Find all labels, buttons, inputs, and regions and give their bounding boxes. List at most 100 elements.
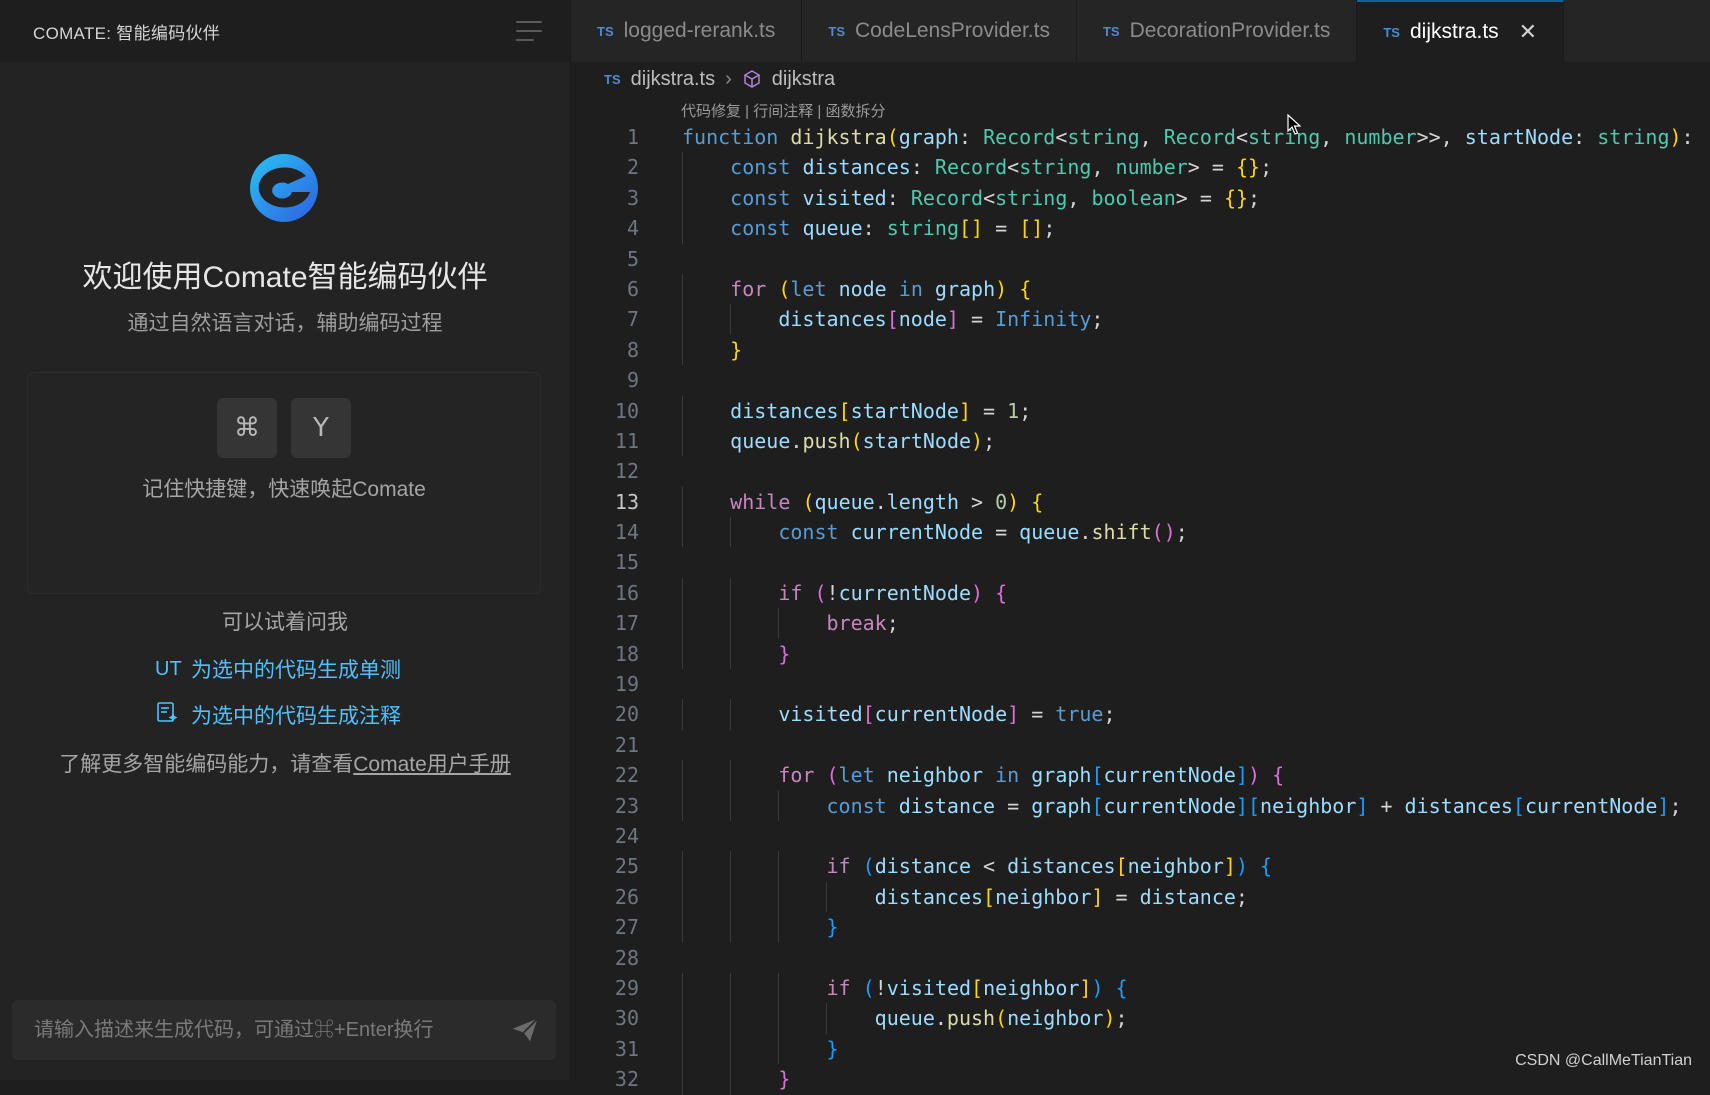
shortcut-keys: ⌘ Y xyxy=(28,398,540,458)
code-line[interactable]: 17 break; xyxy=(571,608,1710,639)
typescript-icon: TS xyxy=(597,23,614,39)
code-line[interactable]: 12 xyxy=(571,456,1710,486)
line-number: 7 xyxy=(626,307,639,332)
code-line[interactable]: 8 } xyxy=(571,334,1710,366)
comate-logo xyxy=(250,154,318,222)
suggestion-generate-tests[interactable]: UT 为选中的代码生成单测 xyxy=(155,654,401,684)
shortcut-card: ⌘ Y 记住快捷键，快速唤起Comate xyxy=(27,372,541,594)
line-number: 28 xyxy=(614,945,639,970)
learn-more-prefix: 了解更多智能编码能力，请查看 xyxy=(59,753,354,776)
code-line[interactable]: 29 if (!visited[neighbor]) { xyxy=(571,972,1710,1004)
code-line[interactable]: 27 } xyxy=(571,912,1710,943)
tab-label: dijkstra.ts xyxy=(1409,20,1499,43)
code-text: } xyxy=(826,1036,839,1061)
code-text: visited[currentNode] = true; xyxy=(778,702,1116,727)
shortcut-hint: 记住快捷键，快速唤起Comate xyxy=(142,478,426,501)
tab-decorationprovider[interactable]: TS DecorationProvider.ts xyxy=(1077,0,1358,62)
chat-input[interactable] xyxy=(32,1017,508,1043)
line-number: 14 xyxy=(614,520,639,545)
line-number: 18 xyxy=(614,641,639,666)
code-line[interactable]: 18 } xyxy=(571,638,1710,670)
tab-logged-rerank[interactable]: TS logged-rerank.ts xyxy=(571,0,803,62)
code-line[interactable]: 7 distances[node] = Infinity; xyxy=(571,304,1710,335)
line-number: 30 xyxy=(614,1006,639,1031)
code-line[interactable]: 30 queue.push(neighbor); xyxy=(571,1003,1710,1034)
tab-bar: TS logged-rerank.ts TS CodeLensProvider.… xyxy=(571,0,1710,62)
code-line[interactable]: 23 const distance = graph[currentNode][n… xyxy=(571,790,1710,821)
line-number: 19 xyxy=(614,672,639,697)
line-number: 13 xyxy=(614,489,639,514)
code-line[interactable]: 4 const queue: string[] = []; xyxy=(571,213,1710,244)
line-number: 31 xyxy=(614,1036,639,1061)
code-line[interactable]: 15 xyxy=(571,547,1710,577)
code-line[interactable]: 3 const visited: Record<string, boolean>… xyxy=(571,182,1710,214)
code-line[interactable]: 28 xyxy=(571,943,1710,973)
learn-more-text: 了解更多智能编码能力，请查看Comate用户手册 xyxy=(0,748,570,778)
code-line[interactable]: 25 if (distance < distances[neighbor]) { xyxy=(571,851,1710,882)
code-text: function dijkstra(graph: Record<string, … xyxy=(682,125,1694,149)
welcome-title: 欢迎使用Comate智能编码伙伴 xyxy=(82,261,488,294)
line-number: 27 xyxy=(614,915,639,940)
code-text: const currentNode = queue.shift(); xyxy=(778,520,1188,545)
send-icon[interactable] xyxy=(508,1013,542,1047)
codelens-fix[interactable]: 代码修复 xyxy=(681,103,741,120)
code-area[interactable]: 1 function dijkstra(graph: Record<string,… xyxy=(571,122,1710,1095)
line-number: 1 xyxy=(626,125,639,149)
code-text: } xyxy=(826,915,839,940)
code-line[interactable]: 24 xyxy=(571,821,1710,851)
code-text: } xyxy=(778,1067,791,1092)
code-text: if (!visited[neighbor]) { xyxy=(826,975,1128,1000)
codelens-split-function[interactable]: 函数拆分 xyxy=(826,103,886,120)
line-number: 25 xyxy=(614,854,639,879)
cube-icon xyxy=(744,70,760,88)
line-number: 8 xyxy=(626,337,639,362)
code-line[interactable]: 1 function dijkstra(graph: Record<string,… xyxy=(571,122,1710,152)
code-line[interactable]: 11 queue.push(startNode); xyxy=(571,425,1710,457)
code-text: distances[neighbor] = distance; xyxy=(874,884,1248,909)
code-line[interactable]: 6 for (let node in graph) { xyxy=(571,273,1710,305)
code-line[interactable]: 19 xyxy=(571,669,1710,699)
code-line[interactable]: 20 visited[currentNode] = true; xyxy=(571,699,1710,730)
code-line[interactable]: 16 if (!currentNode) { xyxy=(571,577,1710,609)
suggestion-generate-comments[interactable]: 为选中的代码生成注释 xyxy=(155,700,401,730)
breadcrumb-file[interactable]: dijkstra.ts xyxy=(631,68,715,91)
code-line[interactable]: 14 const currentNode = queue.shift(); xyxy=(571,517,1710,548)
line-number: 5 xyxy=(626,246,639,271)
code-text: } xyxy=(730,337,743,362)
codelens-inline-comment[interactable]: 行间注释 xyxy=(753,103,813,120)
line-number: 21 xyxy=(614,732,639,757)
sidebar-body: 欢迎使用Comate智能编码伙伴 通过自然语言对话，辅助编码过程 ⌘ Y 记住快… xyxy=(0,62,570,1080)
code-line[interactable]: 26 distances[neighbor] = distance; xyxy=(571,881,1710,913)
code-text: if (!currentNode) { xyxy=(778,580,1008,605)
code-line[interactable]: 21 xyxy=(571,730,1710,760)
code-text: for (let node in graph) { xyxy=(730,276,1032,301)
code-text: queue.push(startNode); xyxy=(730,428,996,453)
code-text: break; xyxy=(826,611,899,636)
line-number: 16 xyxy=(614,580,639,605)
code-line[interactable]: 2 const distances: Record<string, number… xyxy=(571,152,1710,183)
code-text: queue.push(neighbor); xyxy=(874,1006,1128,1031)
code-line[interactable]: 9 xyxy=(571,365,1710,395)
code-line[interactable]: 10 distances[startNode] = 1; xyxy=(571,395,1710,426)
line-number: 3 xyxy=(626,185,639,210)
code-line[interactable]: 5 xyxy=(571,244,1710,274)
comate-sidebar: COMATE: 智能编码伙伴 欢迎使用Comate智能编码伙伴 通过自然语言对话… xyxy=(0,0,571,1080)
code-text: const visited: Record<string, boolean> =… xyxy=(730,185,1261,210)
code-line[interactable]: 22 for (let neighbor in graph[currentNod… xyxy=(571,760,1710,791)
code-line[interactable]: 13 while (queue.length > 0) { xyxy=(571,486,1710,518)
tab-dijkstra[interactable]: TS dijkstra.ts ✕ xyxy=(1357,0,1565,62)
line-number: 10 xyxy=(614,398,639,423)
sidebar-title: COMATE: 智能编码伙伴 xyxy=(33,23,221,43)
close-icon[interactable]: ✕ xyxy=(1519,19,1537,45)
user-manual-link[interactable]: Comate用户手册 xyxy=(353,753,511,776)
code-text: } xyxy=(778,641,791,666)
breadcrumb: TS dijkstra.ts › dijkstra xyxy=(571,62,1710,96)
code-text: for (let neighbor in graph[currentNode])… xyxy=(778,763,1285,788)
line-number: 26 xyxy=(614,884,639,909)
chevron-right-icon: › xyxy=(725,67,732,90)
breadcrumb-symbol[interactable]: dijkstra xyxy=(772,68,835,91)
code-editor: TS logged-rerank.ts TS CodeLensProvider.… xyxy=(571,0,1710,1095)
menu-icon[interactable] xyxy=(516,21,542,41)
unit-test-icon: UT xyxy=(155,657,182,680)
tab-codelensprovider[interactable]: TS CodeLensProvider.ts xyxy=(802,0,1077,62)
